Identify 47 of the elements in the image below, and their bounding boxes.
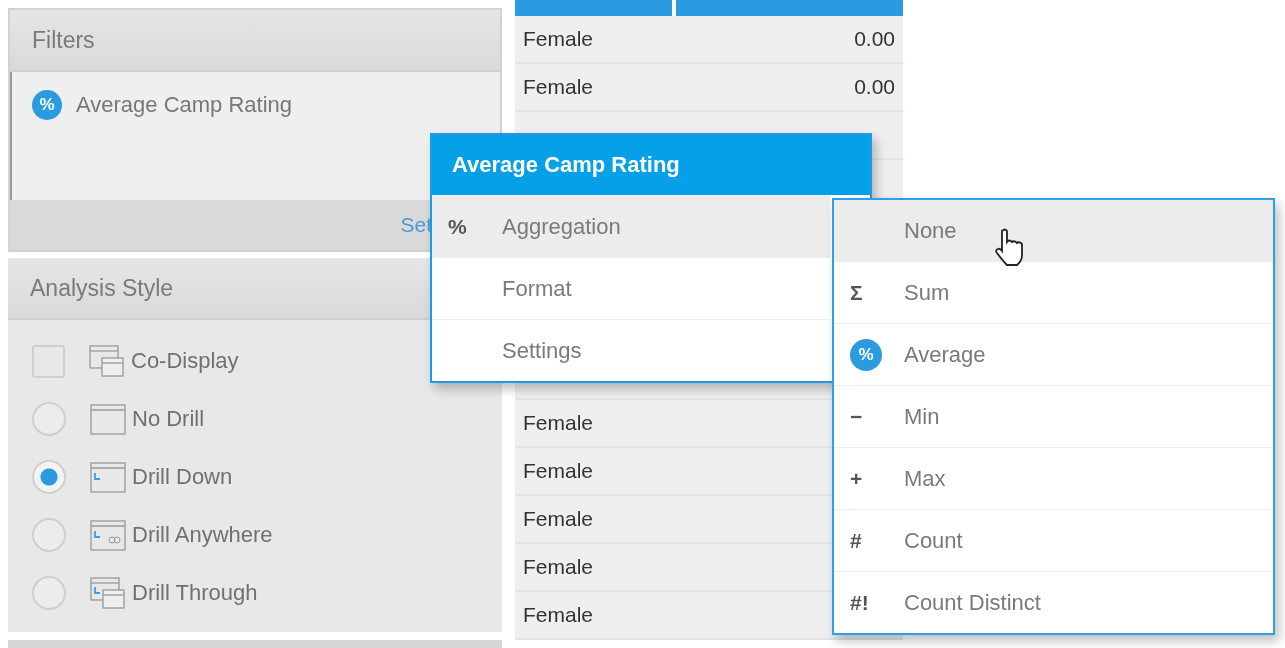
menu-item[interactable]: #! Count Distinct: [834, 571, 1273, 633]
aggregation-icon: −: [850, 404, 863, 429]
table-cell: 0.00: [854, 27, 895, 50]
filter-label[interactable]: Average Camp Rating: [76, 92, 293, 118]
analysis-style-label[interactable]: Co-Display: [131, 348, 239, 374]
menu-item[interactable]: Settings: [432, 319, 830, 381]
percent-icon: %: [448, 214, 467, 239]
radio-button[interactable]: [32, 402, 66, 436]
aggregation-icon: #: [850, 528, 862, 553]
checkbox[interactable]: [32, 344, 65, 378]
percent-icon: %: [32, 90, 62, 120]
analysis-style-title: Analysis Style: [30, 274, 174, 302]
set-link[interactable]: Set: [400, 213, 432, 237]
aggregation-icon: +: [850, 466, 863, 491]
table-cell: Female: [523, 75, 594, 98]
table-cell: Female: [523, 507, 594, 530]
menu-item[interactable]: + Max: [834, 447, 1273, 509]
menu-item[interactable]: Σ Sum: [834, 261, 1273, 323]
table-cell: Female: [523, 27, 594, 50]
aggregation-icon: #!: [850, 590, 869, 615]
window-icon: [89, 345, 125, 377]
analysis-style-label[interactable]: No Drill: [132, 406, 205, 432]
menu-title: Average Camp Rating: [452, 152, 680, 178]
window-icon: [90, 461, 126, 493]
menu-item[interactable]: Format: [432, 257, 830, 319]
window-icon: [90, 577, 126, 609]
menu-item[interactable]: None: [834, 200, 1273, 261]
aggregation-icon: %: [850, 338, 882, 371]
table-cell: Female: [523, 555, 594, 578]
menu-item[interactable]: % Aggregation: [432, 195, 830, 257]
window-icon: [90, 519, 126, 551]
table-cell: Female: [523, 459, 594, 482]
radio-button[interactable]: [32, 576, 66, 610]
filters-title: Filters: [32, 26, 95, 54]
menu-item[interactable]: # Count: [834, 509, 1273, 571]
window-icon: [90, 403, 126, 435]
radio-button[interactable]: [32, 460, 66, 494]
analysis-style-label[interactable]: Drill Down: [132, 464, 233, 490]
table-cell: 0.00: [854, 75, 895, 98]
menu-item[interactable]: % Average: [834, 323, 1273, 385]
aggregation-icon: Σ: [850, 280, 863, 305]
radio-button[interactable]: [32, 518, 66, 552]
analysis-style-label[interactable]: Drill Through: [132, 580, 258, 606]
menu-item[interactable]: − Min: [834, 385, 1273, 447]
table-cell: Female: [523, 411, 594, 434]
analysis-style-label[interactable]: Drill Anywhere: [132, 522, 273, 548]
table-cell: Female: [523, 603, 594, 626]
